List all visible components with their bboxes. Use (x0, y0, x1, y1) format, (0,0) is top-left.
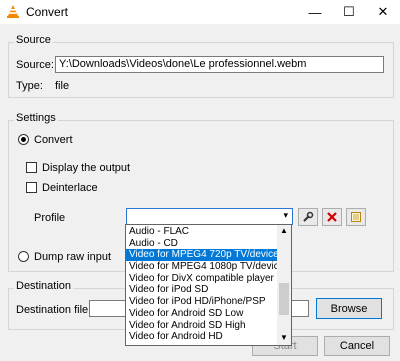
type-value: file (55, 80, 70, 92)
destination-group-label: Destination (14, 280, 74, 292)
profile-option[interactable]: Video for Android SD Low (126, 308, 277, 320)
close-icon: ✕ (377, 4, 389, 19)
profile-option[interactable]: Video for Android HD (126, 331, 277, 343)
source-path-field[interactable]: Y:\Downloads\Videos\done\Le professionne… (55, 56, 384, 73)
convert-label: Convert (34, 134, 73, 146)
vlc-cone-icon (7, 5, 19, 18)
profile-option[interactable]: Video for Android SD High (126, 320, 277, 332)
deinterlace-checkbox[interactable] (26, 182, 37, 193)
maximize-icon: ☐ (343, 4, 355, 19)
wrench-icon (303, 211, 314, 222)
close-button[interactable]: ✕ (366, 0, 400, 24)
minimize-button[interactable]: — (298, 0, 332, 24)
browse-button[interactable]: Browse (316, 298, 382, 319)
source-label: Source: (16, 59, 54, 71)
scroll-up-icon[interactable]: ▲ (280, 226, 288, 235)
profile-label: Profile (34, 212, 66, 224)
scroll-down-icon[interactable]: ▼ (280, 333, 288, 342)
profile-option[interactable]: Video for iPod SD (126, 284, 277, 296)
maximize-button[interactable]: ☐ (332, 0, 366, 24)
profile-option[interactable]: Video for iPod HD/iPhone/PSP (126, 296, 277, 308)
display-output-label: Display the output (42, 162, 131, 174)
profile-option[interactable]: Audio - CD (126, 238, 277, 250)
window-title: Convert (26, 5, 69, 19)
type-label: Type: (16, 80, 43, 92)
scrollbar-thumb[interactable] (279, 283, 289, 315)
display-output-checkbox[interactable] (26, 162, 37, 173)
profile-select[interactable]: ▾ (126, 208, 293, 225)
dump-raw-label: Dump raw input (34, 251, 112, 263)
deinterlace-label: Deinterlace (42, 182, 98, 194)
cancel-button[interactable]: Cancel (324, 336, 390, 356)
delete-profile-button[interactable] (322, 208, 342, 226)
dropdown-scrollbar[interactable]: ▲ ▼ (277, 225, 291, 345)
minimize-icon: — (308, 4, 322, 20)
profile-option[interactable]: Video for MPEG4 1080p TV/device (126, 261, 284, 273)
dump-raw-radio[interactable] (18, 251, 29, 262)
profile-option[interactable]: Video for DivX compatible player (126, 273, 277, 285)
profile-dropdown-list: Audio - FLAC Audio - CD Video for MPEG4 72… (125, 224, 292, 346)
profile-option[interactable]: Video for MPEG4 720p TV/device (126, 249, 279, 262)
chevron-down-icon: ▾ (283, 210, 288, 220)
new-profile-icon (351, 212, 361, 222)
settings-group-label: Settings (14, 112, 58, 124)
source-group-label: Source (14, 34, 53, 46)
title-bar: Convert — ☐ ✕ (0, 0, 400, 24)
new-profile-button[interactable] (346, 208, 366, 226)
convert-radio[interactable] (18, 134, 29, 145)
edit-profile-button[interactable] (298, 208, 318, 226)
delete-icon (327, 212, 337, 222)
destination-file-label: Destination file: (16, 304, 92, 316)
profile-option[interactable]: Audio - FLAC (126, 226, 277, 238)
